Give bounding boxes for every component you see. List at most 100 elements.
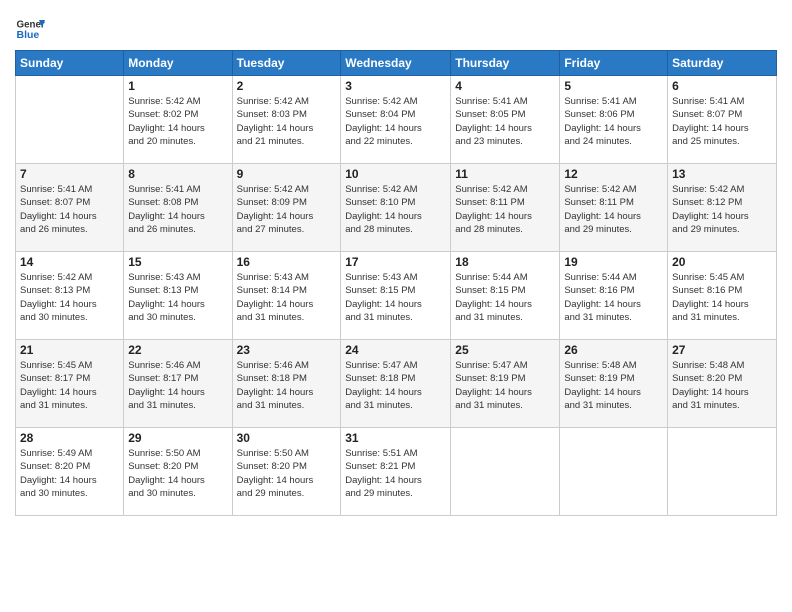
calendar-cell: 17Sunrise: 5:43 AM Sunset: 8:15 PM Dayli…: [341, 252, 451, 340]
day-number: 12: [564, 167, 663, 181]
day-number: 9: [237, 167, 337, 181]
weekday-header-thursday: Thursday: [451, 51, 560, 76]
calendar-cell: 3Sunrise: 5:42 AM Sunset: 8:04 PM Daylig…: [341, 76, 451, 164]
logo-icon: General Blue: [15, 14, 45, 44]
day-number: 4: [455, 79, 555, 93]
cell-info: Sunrise: 5:42 AM Sunset: 8:02 PM Dayligh…: [128, 95, 227, 148]
calendar-cell: [451, 428, 560, 516]
day-number: 2: [237, 79, 337, 93]
calendar-cell: 9 Sunrise: 5:42 AM Sunset: 8:09 PM Daylig…: [232, 164, 341, 252]
weekday-header-wednesday: Wednesday: [341, 51, 451, 76]
day-number: 30: [237, 431, 337, 445]
cell-info: Sunrise: 5:44 AM Sunset: 8:15 PM Dayligh…: [455, 271, 555, 324]
calendar-table: SundayMondayTuesdayWednesdayThursdayFrid…: [15, 50, 777, 516]
cell-info: Sunrise: 5:46 AM Sunset: 8:17 PM Dayligh…: [128, 359, 227, 412]
calendar-header: SundayMondayTuesdayWednesdayThursdayFrid…: [16, 51, 777, 76]
calendar-cell: 20 Sunrise: 5:45 AM Sunset: 8:16 PM Dayli…: [668, 252, 777, 340]
page-header: General Blue: [15, 10, 777, 44]
calendar-cell: 10 Sunrise: 5:42 AM Sunset: 8:10 PM Dayli…: [341, 164, 451, 252]
cell-info: Sunrise: 5:41 AM Sunset: 8:05 PM Dayligh…: [455, 95, 555, 148]
cell-info: Sunrise: 5:42 AM Sunset: 8:10 PM Dayligh…: [345, 183, 446, 236]
cell-info: Sunrise: 5:43 AM Sunset: 8:14 PM Dayligh…: [237, 271, 337, 324]
day-number: 11: [455, 167, 555, 181]
calendar-week-row: 21Sunrise: 5:45 AM Sunset: 8:17 PM Dayli…: [16, 340, 777, 428]
calendar-cell: 23 Sunrise: 5:46 AM Sunset: 8:18 PM Dayli…: [232, 340, 341, 428]
calendar-week-row: 1 Sunrise: 5:42 AM Sunset: 8:02 PM Daylig…: [16, 76, 777, 164]
calendar-cell: 5 Sunrise: 5:41 AM Sunset: 8:06 PM Daylig…: [560, 76, 668, 164]
weekday-header-tuesday: Tuesday: [232, 51, 341, 76]
calendar-cell: 29 Sunrise: 5:50 AM Sunset: 8:20 PM Dayli…: [124, 428, 232, 516]
day-number: 20: [672, 255, 772, 269]
weekday-header-friday: Friday: [560, 51, 668, 76]
calendar-cell: 16 Sunrise: 5:43 AM Sunset: 8:14 PM Dayli…: [232, 252, 341, 340]
calendar-cell: 19 Sunrise: 5:44 AM Sunset: 8:16 PM Dayli…: [560, 252, 668, 340]
day-number: 3: [345, 79, 446, 93]
day-number: 1: [128, 79, 227, 93]
calendar-cell: 15Sunrise: 5:43 AM Sunset: 8:13 PM Dayli…: [124, 252, 232, 340]
cell-info: Sunrise: 5:48 AM Sunset: 8:19 PM Dayligh…: [564, 359, 663, 412]
cell-info: Sunrise: 5:42 AM Sunset: 8:11 PM Dayligh…: [564, 183, 663, 236]
calendar-cell: [668, 428, 777, 516]
day-number: 26: [564, 343, 663, 357]
day-number: 23: [237, 343, 337, 357]
cell-info: Sunrise: 5:43 AM Sunset: 8:13 PM Dayligh…: [128, 271, 227, 324]
day-number: 31: [345, 431, 446, 445]
cell-info: Sunrise: 5:46 AM Sunset: 8:18 PM Dayligh…: [237, 359, 337, 412]
calendar-cell: 21Sunrise: 5:45 AM Sunset: 8:17 PM Dayli…: [16, 340, 124, 428]
day-number: 5: [564, 79, 663, 93]
calendar-cell: 2 Sunrise: 5:42 AM Sunset: 8:03 PM Daylig…: [232, 76, 341, 164]
day-number: 8: [128, 167, 227, 181]
calendar-cell: 27 Sunrise: 5:48 AM Sunset: 8:20 PM Dayli…: [668, 340, 777, 428]
weekday-header-sunday: Sunday: [16, 51, 124, 76]
cell-info: Sunrise: 5:47 AM Sunset: 8:18 PM Dayligh…: [345, 359, 446, 412]
logo: General Blue: [15, 14, 49, 44]
calendar-cell: [16, 76, 124, 164]
calendar-cell: 1 Sunrise: 5:42 AM Sunset: 8:02 PM Daylig…: [124, 76, 232, 164]
day-number: 19: [564, 255, 663, 269]
cell-info: Sunrise: 5:41 AM Sunset: 8:06 PM Dayligh…: [564, 95, 663, 148]
day-number: 27: [672, 343, 772, 357]
svg-text:Blue: Blue: [17, 29, 40, 41]
day-number: 29: [128, 431, 227, 445]
day-number: 24: [345, 343, 446, 357]
calendar-cell: 25 Sunrise: 5:47 AM Sunset: 8:19 PM Dayli…: [451, 340, 560, 428]
cell-info: Sunrise: 5:41 AM Sunset: 8:08 PM Dayligh…: [128, 183, 227, 236]
cell-info: Sunrise: 5:43 AM Sunset: 8:15 PM Dayligh…: [345, 271, 446, 324]
cell-info: Sunrise: 5:42 AM Sunset: 8:11 PM Dayligh…: [455, 183, 555, 236]
calendar-cell: 14 Sunrise: 5:42 AM Sunset: 8:13 PM Dayli…: [16, 252, 124, 340]
calendar-cell: 22 Sunrise: 5:46 AM Sunset: 8:17 PM Dayli…: [124, 340, 232, 428]
cell-info: Sunrise: 5:47 AM Sunset: 8:19 PM Dayligh…: [455, 359, 555, 412]
calendar-cell: 28Sunrise: 5:49 AM Sunset: 8:20 PM Dayli…: [16, 428, 124, 516]
day-number: 10: [345, 167, 446, 181]
calendar-cell: 18Sunrise: 5:44 AM Sunset: 8:15 PM Dayli…: [451, 252, 560, 340]
cell-info: Sunrise: 5:44 AM Sunset: 8:16 PM Dayligh…: [564, 271, 663, 324]
calendar-cell: 12 Sunrise: 5:42 AM Sunset: 8:11 PM Dayli…: [560, 164, 668, 252]
cell-info: Sunrise: 5:41 AM Sunset: 8:07 PM Dayligh…: [20, 183, 119, 236]
cell-info: Sunrise: 5:42 AM Sunset: 8:12 PM Dayligh…: [672, 183, 772, 236]
cell-info: Sunrise: 5:42 AM Sunset: 8:09 PM Dayligh…: [237, 183, 337, 236]
cell-info: Sunrise: 5:42 AM Sunset: 8:03 PM Dayligh…: [237, 95, 337, 148]
calendar-week-row: 14 Sunrise: 5:42 AM Sunset: 8:13 PM Dayli…: [16, 252, 777, 340]
calendar-cell: 30 Sunrise: 5:50 AM Sunset: 8:20 PM Dayli…: [232, 428, 341, 516]
cell-info: Sunrise: 5:50 AM Sunset: 8:20 PM Dayligh…: [128, 447, 227, 500]
day-number: 13: [672, 167, 772, 181]
weekday-header-saturday: Saturday: [668, 51, 777, 76]
day-number: 21: [20, 343, 119, 357]
calendar-cell: 6Sunrise: 5:41 AM Sunset: 8:07 PM Daylig…: [668, 76, 777, 164]
day-number: 14: [20, 255, 119, 269]
cell-info: Sunrise: 5:41 AM Sunset: 8:07 PM Dayligh…: [672, 95, 772, 148]
calendar-cell: 11 Sunrise: 5:42 AM Sunset: 8:11 PM Dayli…: [451, 164, 560, 252]
calendar-cell: 4 Sunrise: 5:41 AM Sunset: 8:05 PM Daylig…: [451, 76, 560, 164]
day-number: 16: [237, 255, 337, 269]
day-number: 22: [128, 343, 227, 357]
day-number: 28: [20, 431, 119, 445]
day-number: 7: [20, 167, 119, 181]
calendar-cell: [560, 428, 668, 516]
day-number: 25: [455, 343, 555, 357]
cell-info: Sunrise: 5:50 AM Sunset: 8:20 PM Dayligh…: [237, 447, 337, 500]
cell-info: Sunrise: 5:48 AM Sunset: 8:20 PM Dayligh…: [672, 359, 772, 412]
calendar-cell: 7 Sunrise: 5:41 AM Sunset: 8:07 PM Daylig…: [16, 164, 124, 252]
cell-info: Sunrise: 5:42 AM Sunset: 8:13 PM Dayligh…: [20, 271, 119, 324]
calendar-cell: 31Sunrise: 5:51 AM Sunset: 8:21 PM Dayli…: [341, 428, 451, 516]
cell-info: Sunrise: 5:45 AM Sunset: 8:16 PM Dayligh…: [672, 271, 772, 324]
